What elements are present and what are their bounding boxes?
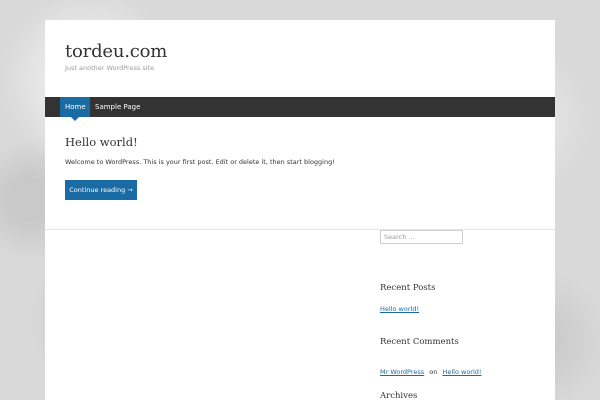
- recent-comments-title: Recent Comments: [380, 337, 459, 347]
- archives-title: Archives: [380, 391, 418, 400]
- continue-reading-button[interactable]: Continue reading →: [65, 180, 137, 200]
- site-tagline: Just another WordPress site: [65, 64, 155, 72]
- nav-item-label: Home: [65, 103, 86, 111]
- recent-comment-item: Mr WordPress on Hello world!: [380, 359, 482, 378]
- recent-post-link[interactable]: Hello world!: [380, 305, 419, 313]
- comment-author-link[interactable]: Mr WordPress: [380, 368, 424, 376]
- comment-on-text: on: [429, 368, 438, 376]
- main-navigation: Home Sample Page: [45, 97, 555, 121]
- nav-item-home[interactable]: Home: [60, 97, 90, 121]
- nav-item-sample-page[interactable]: Sample Page: [90, 97, 145, 117]
- recent-posts-title: Recent Posts: [380, 283, 436, 293]
- site-page: tordeu.com Just another WordPress site H…: [45, 20, 555, 400]
- nav-item-label: Sample Page: [95, 103, 141, 111]
- site-title-link[interactable]: tordeu.com: [65, 41, 167, 62]
- comment-post-link[interactable]: Hello world!: [442, 368, 481, 376]
- post-excerpt: Welcome to WordPress. This is your first…: [65, 158, 335, 166]
- post-title-link[interactable]: Hello world!: [65, 135, 138, 149]
- site-header: tordeu.com Just another WordPress site: [45, 20, 555, 97]
- search-input[interactable]: [380, 230, 463, 244]
- post-article: Hello world! Welcome to WordPress. This …: [45, 117, 555, 230]
